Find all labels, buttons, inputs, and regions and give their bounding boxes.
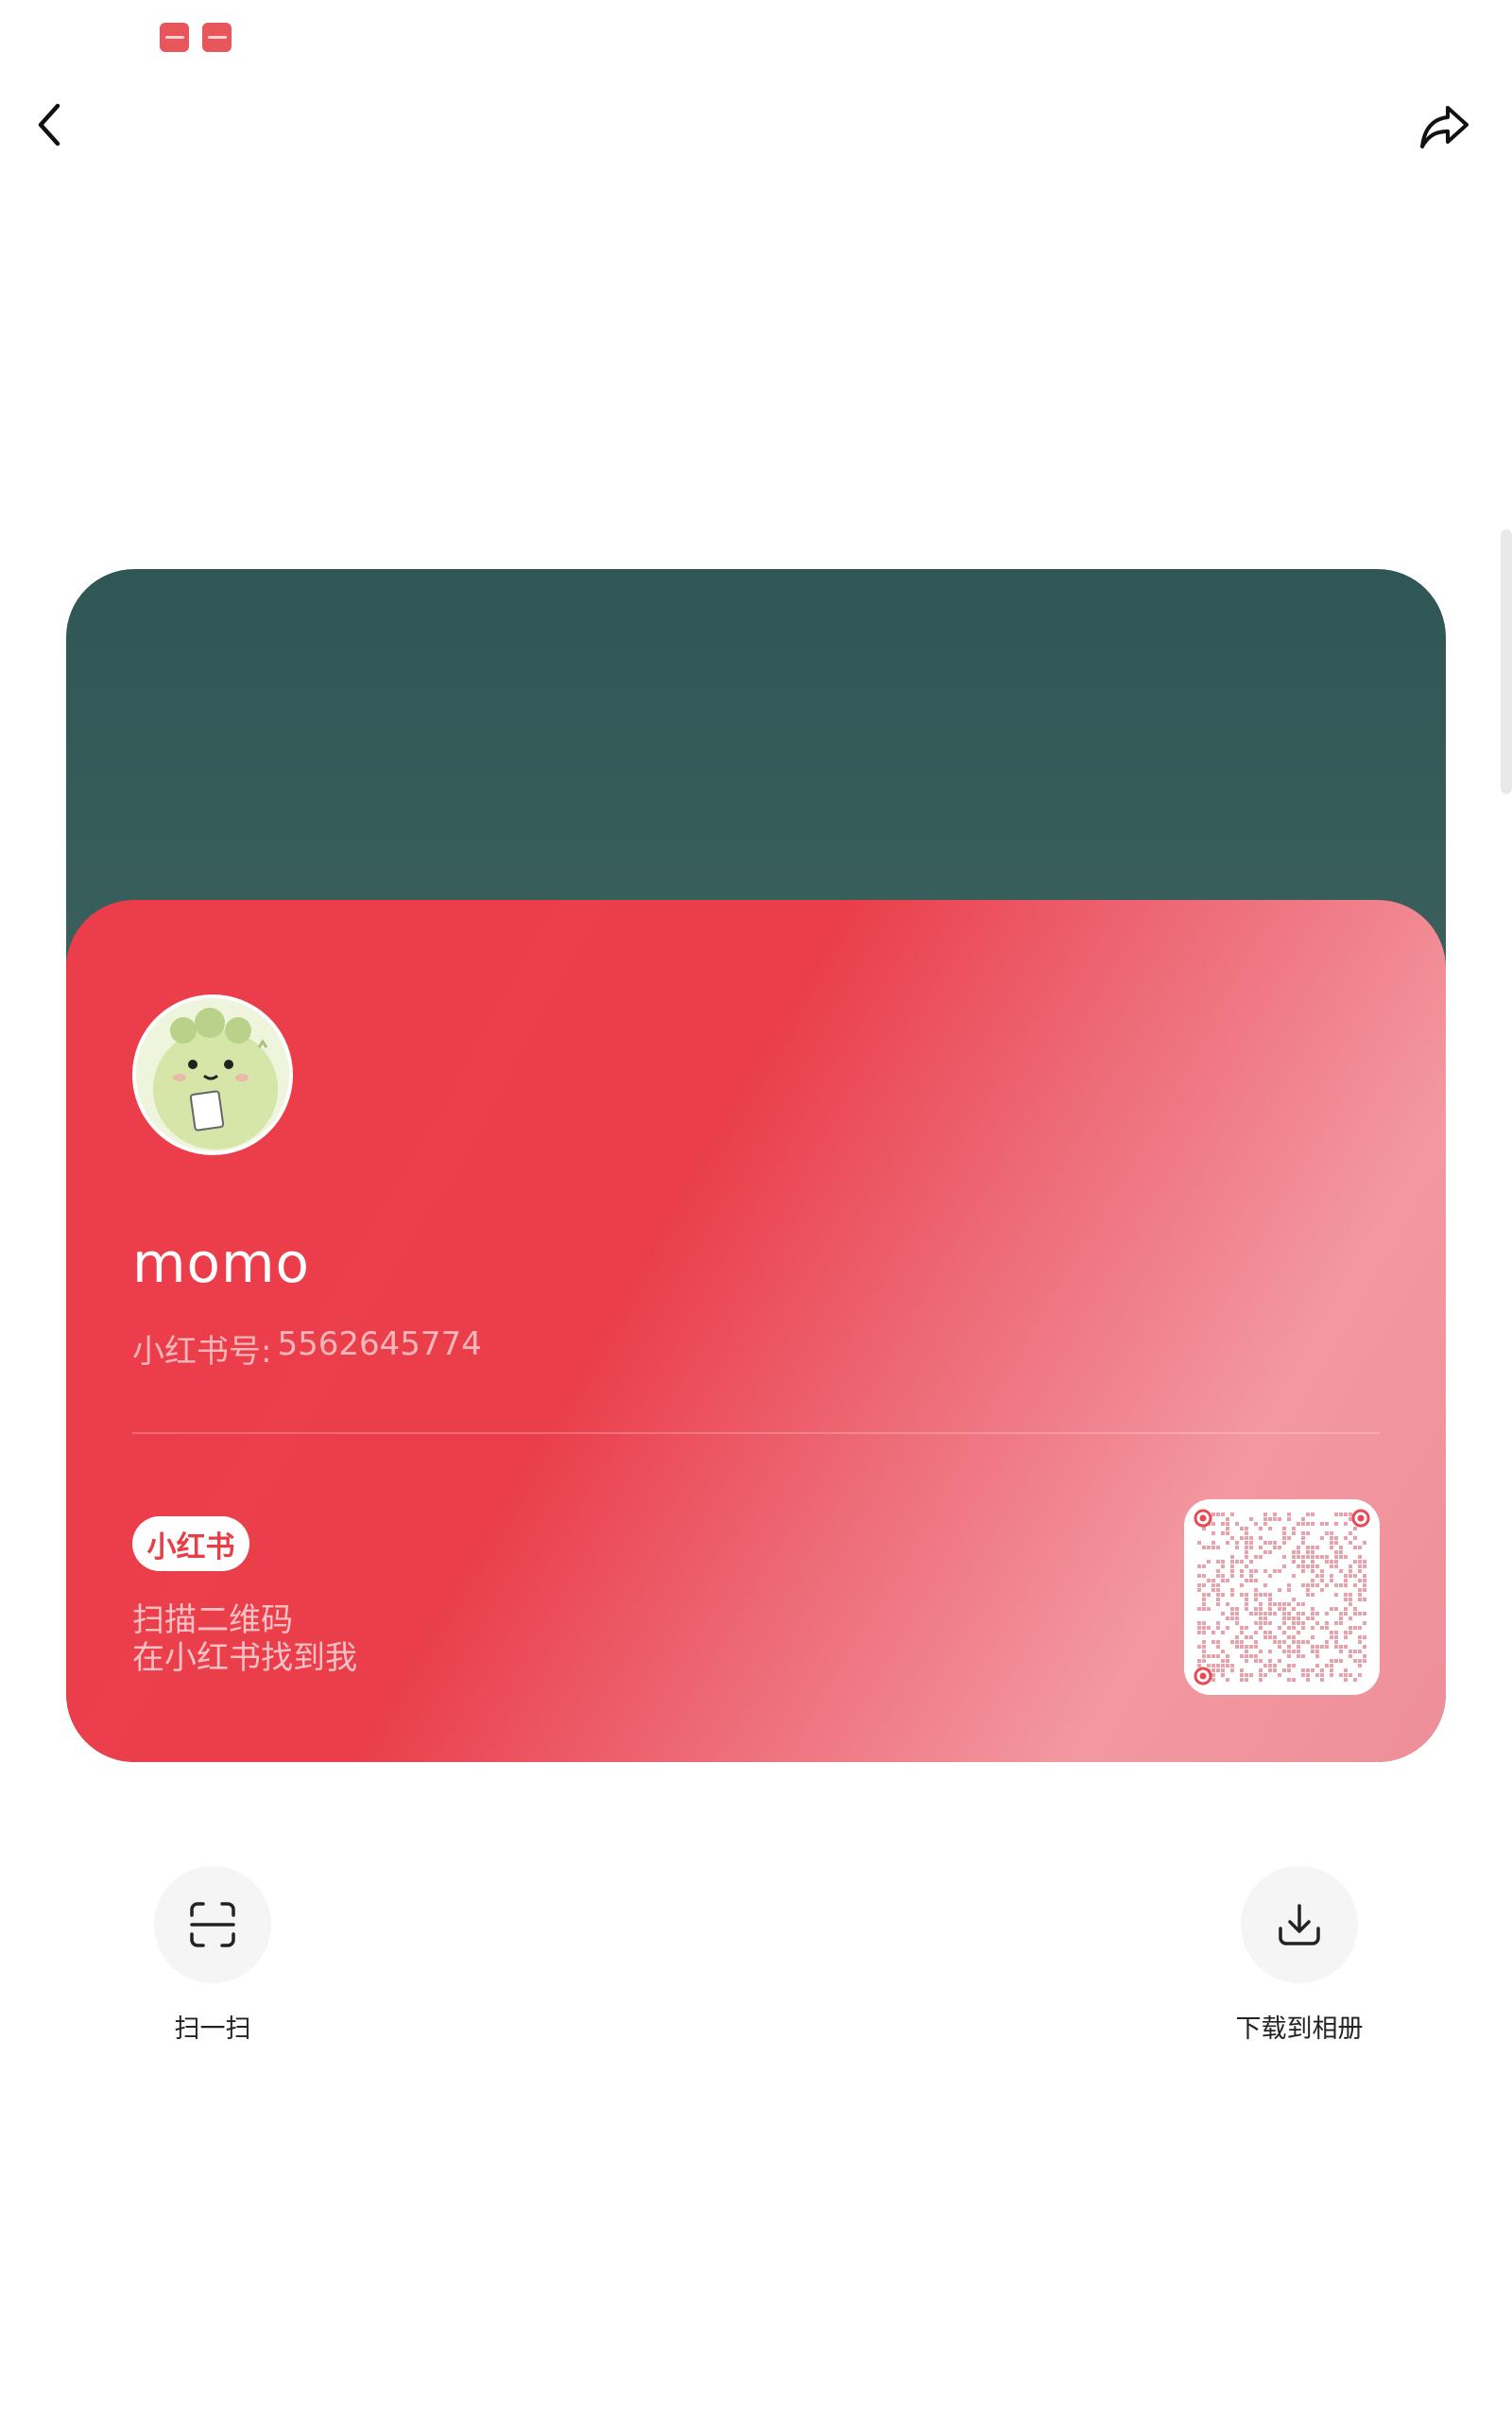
share-button[interactable] xyxy=(1414,98,1474,155)
scan-button[interactable] xyxy=(154,1866,271,1983)
app-notification-icon xyxy=(202,23,232,52)
share-icon xyxy=(1420,106,1469,148)
scan-icon xyxy=(190,1902,235,1947)
user-id: 小红书号: 5562645774 xyxy=(132,1325,482,1372)
divider xyxy=(132,1432,1380,1434)
chevron-left-icon xyxy=(38,103,60,147)
username: momo xyxy=(132,1231,310,1295)
download-button[interactable] xyxy=(1241,1866,1358,1983)
back-button[interactable] xyxy=(23,98,76,151)
app-notification-icon xyxy=(160,23,189,52)
download-icon xyxy=(1279,1904,1320,1945)
scan-hint-line2: 在小红书找到我 xyxy=(132,1639,357,1677)
download-label: 下载到相册 xyxy=(1235,2014,1364,2044)
status-bar-icons xyxy=(160,23,232,52)
profile-card: momo 小红书号: 5562645774 小红书 扫描二维码 在小红书找到我 xyxy=(66,569,1446,1762)
scan-label: 扫一扫 xyxy=(174,2014,251,2044)
user-id-label: 小红书号: xyxy=(132,1333,272,1371)
avatar xyxy=(132,994,293,1155)
scroll-indicator[interactable] xyxy=(1501,529,1512,794)
qr-code-image xyxy=(1194,1509,1370,1685)
download-action[interactable]: 下载到相册 xyxy=(1193,1866,1406,2045)
scan-action[interactable]: 扫一扫 xyxy=(106,1866,319,2045)
qr-code[interactable] xyxy=(1184,1499,1380,1695)
avatar-image xyxy=(136,998,289,1151)
brand-logo: 小红书 xyxy=(132,1516,249,1571)
user-id-value: 5562645774 xyxy=(277,1325,482,1363)
card-front: momo 小红书号: 5562645774 小红书 扫描二维码 在小红书找到我 xyxy=(66,900,1446,1762)
